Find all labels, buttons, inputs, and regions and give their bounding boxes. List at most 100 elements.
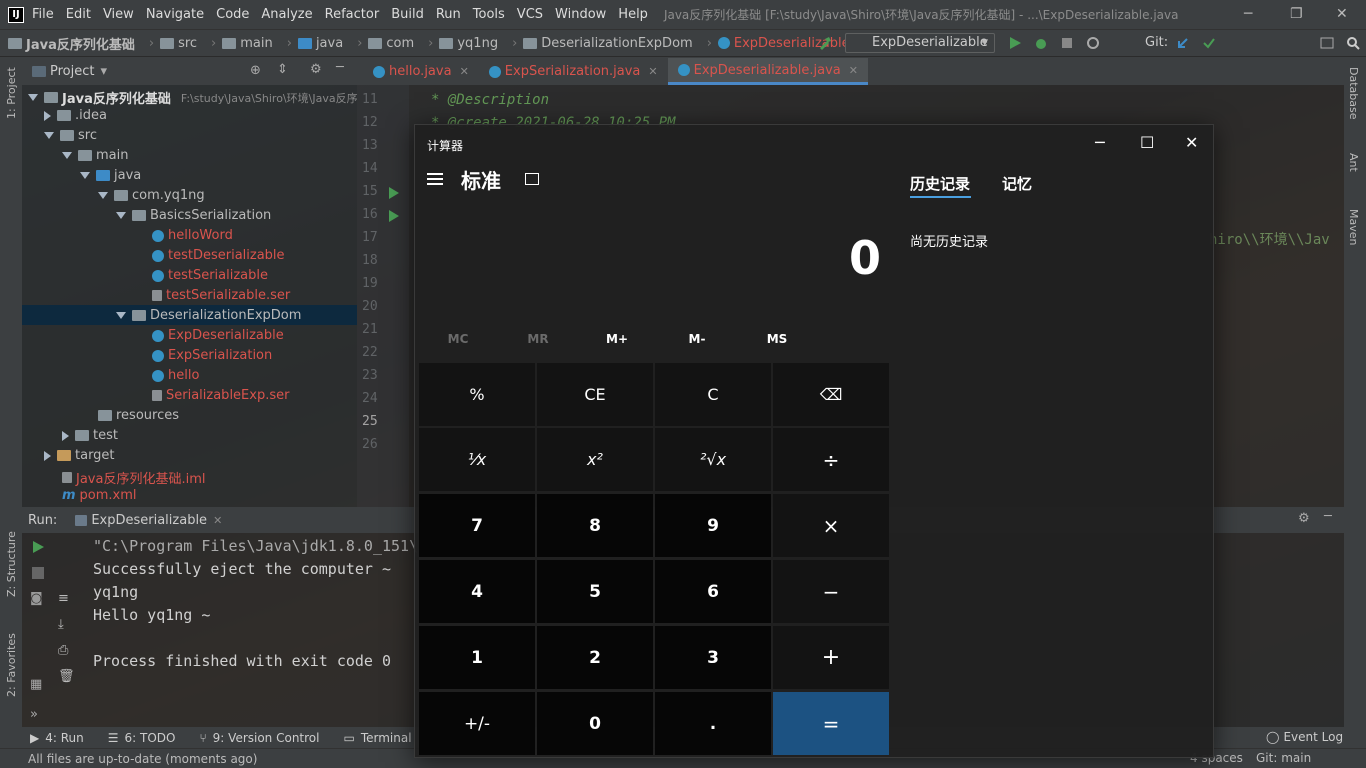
digit-6-button[interactable]: 6 — [655, 560, 771, 623]
multiply-button[interactable]: × — [773, 494, 889, 557]
tree-item[interactable]: .idea — [44, 108, 107, 123]
reciprocal-button[interactable]: ¹⁄x — [419, 428, 535, 491]
tab-expserialization-java[interactable]: ExpSerialization.java ✕ — [479, 58, 668, 85]
scroll-to-end-icon[interactable]: ⤓ — [58, 617, 64, 632]
stop-icon[interactable] — [32, 567, 44, 579]
close-tab-icon[interactable]: ✕ — [849, 64, 858, 77]
tree-item[interactable]: m pom.xml — [62, 488, 137, 503]
menu-code[interactable]: Code — [216, 7, 249, 22]
menu-window[interactable]: Window — [555, 7, 606, 22]
square-root-button[interactable]: ²√x — [655, 428, 771, 491]
digit-3-button[interactable]: 3 — [655, 626, 771, 689]
backspace-button[interactable]: ⌫ — [773, 363, 889, 426]
git-commit-icon[interactable] — [1202, 36, 1216, 50]
clear-button[interactable]: C — [655, 363, 771, 426]
project-view-selector[interactable]: Project — [50, 64, 94, 79]
tree-item[interactable]: ExpDeserializable — [152, 328, 284, 343]
tree-item[interactable]: testSerializable — [152, 268, 268, 283]
menu-view[interactable]: View — [103, 7, 134, 22]
minimize-icon[interactable]: ─ — [1095, 133, 1105, 152]
event-log-tool-tab[interactable]: ◯ Event Log — [1266, 730, 1343, 744]
add-button[interactable]: + — [773, 626, 889, 689]
structure-tool-tab[interactable]: Z: Structure — [5, 531, 18, 597]
menu-refactor[interactable]: Refactor — [325, 7, 380, 22]
collapse-icon[interactable]: ⇕ — [277, 62, 288, 77]
digit-8-button[interactable]: 8 — [537, 494, 653, 557]
breadcrumb-item[interactable]: yq1ng — [439, 36, 498, 51]
breadcrumb-item[interactable]: main — [222, 36, 273, 51]
tree-item-selected[interactable]: DeserializationExpDom — [22, 305, 357, 325]
run-tab[interactable]: ExpDeserializable ✕ — [75, 513, 222, 528]
close-tab-icon[interactable]: ✕ — [648, 65, 657, 78]
locate-icon[interactable]: ⊕ — [250, 63, 261, 78]
equals-button[interactable]: = — [773, 692, 889, 755]
digit-7-button[interactable]: 7 — [419, 494, 535, 557]
menu-analyze[interactable]: Analyze — [261, 7, 312, 22]
memory-tab[interactable]: 记忆 — [1002, 173, 1032, 194]
breadcrumb-item[interactable]: src — [160, 36, 197, 51]
layout-icon[interactable]: ▦ — [30, 677, 42, 692]
tree-item[interactable]: target — [44, 448, 115, 463]
rerun-icon[interactable] — [32, 541, 44, 553]
tree-item[interactable]: testDeserializable — [152, 248, 285, 263]
menu-vcs[interactable]: VCS — [517, 7, 543, 22]
subtract-button[interactable]: − — [773, 560, 889, 623]
hide-icon[interactable]: ─ — [336, 60, 344, 75]
divide-button[interactable]: ÷ — [773, 428, 889, 491]
coverage-icon[interactable] — [1060, 36, 1074, 50]
ant-tool-tab[interactable]: Ant — [1347, 153, 1360, 172]
tab-expdeserializable-java[interactable]: ExpDeserializable.java ✕ — [667, 58, 868, 85]
run-icon[interactable] — [1008, 36, 1022, 50]
debug-icon[interactable] — [1034, 36, 1048, 50]
gear-icon[interactable]: ⚙ — [310, 62, 322, 77]
memory-subtract-button[interactable]: M- — [667, 332, 727, 346]
project-tool-tab[interactable]: 1: Project — [5, 67, 18, 119]
breadcrumb-item[interactable]: Java反序列化基础 — [8, 34, 135, 53]
digit-2-button[interactable]: 2 — [537, 626, 653, 689]
gear-icon[interactable]: ⚙ — [1298, 511, 1310, 526]
menu-navigate[interactable]: Navigate — [146, 7, 204, 22]
trash-icon[interactable]: 🗑 — [58, 669, 75, 684]
terminal-tool-tab[interactable]: ▭ Terminal — [343, 731, 411, 745]
version-control-tool-tab[interactable]: ⑂ 9: Version Control — [199, 731, 319, 745]
layout-icon[interactable] — [1320, 36, 1334, 50]
tree-item[interactable]: BasicsSerialization — [116, 208, 271, 223]
digit-0-button[interactable]: 0 — [537, 692, 653, 755]
tree-item[interactable]: main — [62, 148, 128, 163]
maximize-icon[interactable]: ☐ — [1140, 133, 1154, 152]
tree-item[interactable]: testSerializable.ser — [152, 288, 290, 303]
memory-add-button[interactable]: M+ — [587, 332, 647, 346]
tab-hello-java[interactable]: hello.java ✕ — [363, 58, 479, 85]
tree-item[interactable]: helloWord — [152, 228, 233, 243]
hide-icon[interactable]: ─ — [1324, 509, 1332, 524]
maven-tool-tab[interactable]: Maven — [1347, 209, 1360, 245]
close-tab-icon[interactable]: ✕ — [460, 65, 469, 78]
run-gutter-icon[interactable] — [389, 187, 399, 199]
git-update-icon[interactable] — [1176, 36, 1190, 50]
tree-item[interactable]: src — [44, 128, 97, 143]
run-gutter-icon[interactable] — [389, 210, 399, 222]
menu-build[interactable]: Build — [391, 7, 424, 22]
tree-item[interactable]: resources — [98, 408, 179, 423]
tree-item[interactable]: ExpSerialization — [152, 348, 272, 363]
tree-item[interactable]: java — [80, 168, 141, 183]
close-tab-icon[interactable]: ✕ — [213, 514, 222, 527]
search-icon[interactable] — [1346, 36, 1360, 50]
menu-run[interactable]: Run — [436, 7, 461, 22]
git-branch[interactable]: Git: main — [1256, 751, 1311, 765]
digit-5-button[interactable]: 5 — [537, 560, 653, 623]
tree-item[interactable]: Java反序列化基础.iml — [62, 468, 205, 487]
percent-button[interactable]: % — [419, 363, 535, 426]
print-icon[interactable]: ⎙ — [58, 643, 68, 658]
clear-entry-button[interactable]: CE — [537, 363, 653, 426]
tree-item[interactable]: Java反序列化基础 F:\study\Java\Shiro\环境\Java反序 — [28, 88, 358, 107]
digit-9-button[interactable]: 9 — [655, 494, 771, 557]
history-tab[interactable]: 历史记录 — [910, 173, 970, 194]
menu-edit[interactable]: Edit — [66, 7, 91, 22]
more-icon[interactable]: » — [30, 707, 38, 722]
soft-wrap-icon[interactable]: ≡ — [58, 591, 69, 606]
tree-item[interactable]: com.yq1ng — [98, 188, 205, 203]
negate-button[interactable]: +/- — [419, 692, 535, 755]
breadcrumb-item[interactable]: com — [368, 36, 414, 51]
close-icon[interactable]: ✕ — [1185, 133, 1198, 152]
